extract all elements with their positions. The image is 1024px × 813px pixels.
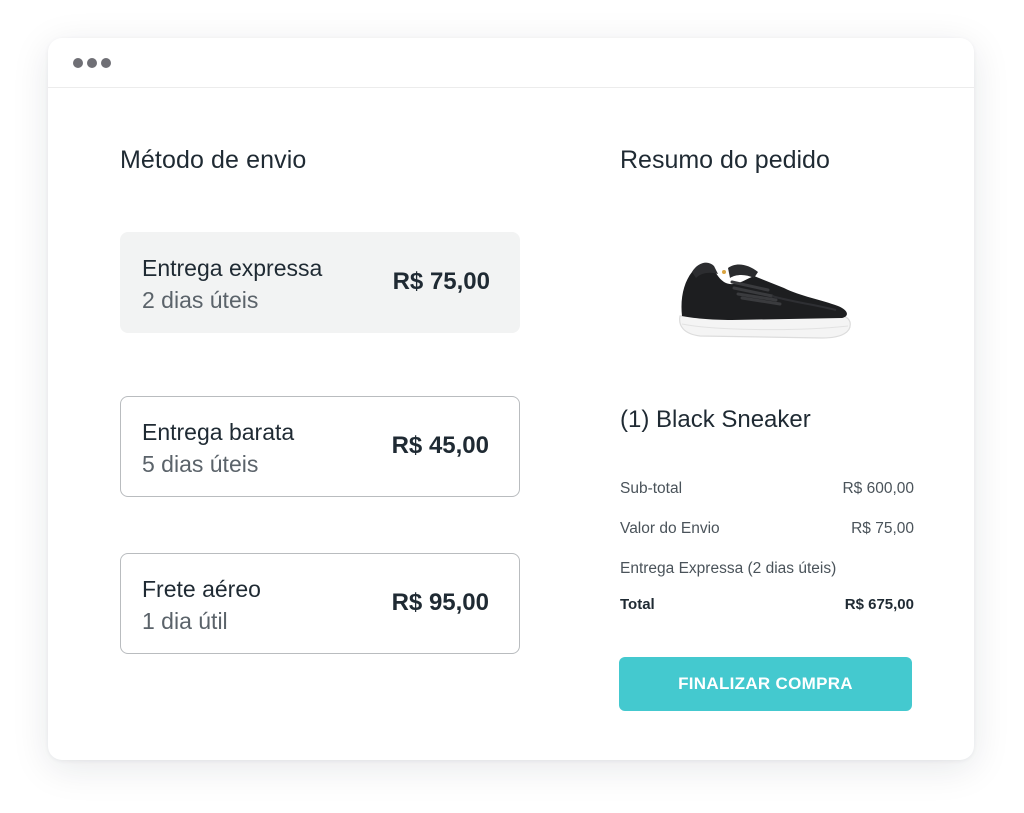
order-summary-heading: Resumo do pedido — [620, 146, 830, 174]
product-title: (1) Black Sneaker — [620, 406, 811, 433]
checkout-button[interactable]: FINALIZAR COMPRA — [619, 657, 912, 711]
window-dot-icon — [101, 58, 111, 68]
shipping-option-days: 5 dias úteis — [142, 451, 259, 477]
shipping-option-air[interactable]: Frete aéreo 1 dia útil R$ 95,00 — [120, 553, 520, 654]
window-titlebar — [48, 38, 974, 88]
subtotal-value: R$ 600,00 — [842, 480, 914, 497]
shipping-note: Entrega Expressa (2 dias úteis) — [620, 560, 837, 577]
total-label: Total — [620, 596, 655, 613]
shipping-option-price: R$ 45,00 — [391, 432, 489, 459]
shipping-method-heading: Método de envio — [120, 146, 307, 174]
shipping-option-name: Entrega expressa — [142, 255, 323, 281]
window-controls — [73, 58, 111, 68]
shipping-option-name: Entrega barata — [142, 419, 295, 445]
shipping-option-days: 1 dia útil — [142, 608, 228, 634]
browser-window: Método de envio Entrega expressa 2 dias … — [48, 38, 974, 760]
shipping-option-express[interactable]: Entrega expressa 2 dias úteis R$ 75,00 — [120, 232, 520, 333]
window-dot-icon — [73, 58, 83, 68]
shipping-cost-label: Valor do Envio — [620, 520, 720, 537]
shipping-option-name: Frete aéreo — [142, 576, 261, 602]
window-dot-icon — [87, 58, 97, 68]
shipping-option-price: R$ 75,00 — [392, 268, 490, 295]
shipping-option-days: 2 dias úteis — [142, 287, 259, 313]
subtotal-label: Sub-total — [620, 480, 683, 497]
sneaker-image — [679, 262, 851, 339]
shipping-cost-value: R$ 75,00 — [851, 520, 914, 537]
shipping-option-cheap[interactable]: Entrega barata 5 dias úteis R$ 45,00 — [120, 396, 520, 497]
shipping-option-price: R$ 95,00 — [391, 589, 489, 616]
total-value: R$ 675,00 — [844, 596, 914, 613]
